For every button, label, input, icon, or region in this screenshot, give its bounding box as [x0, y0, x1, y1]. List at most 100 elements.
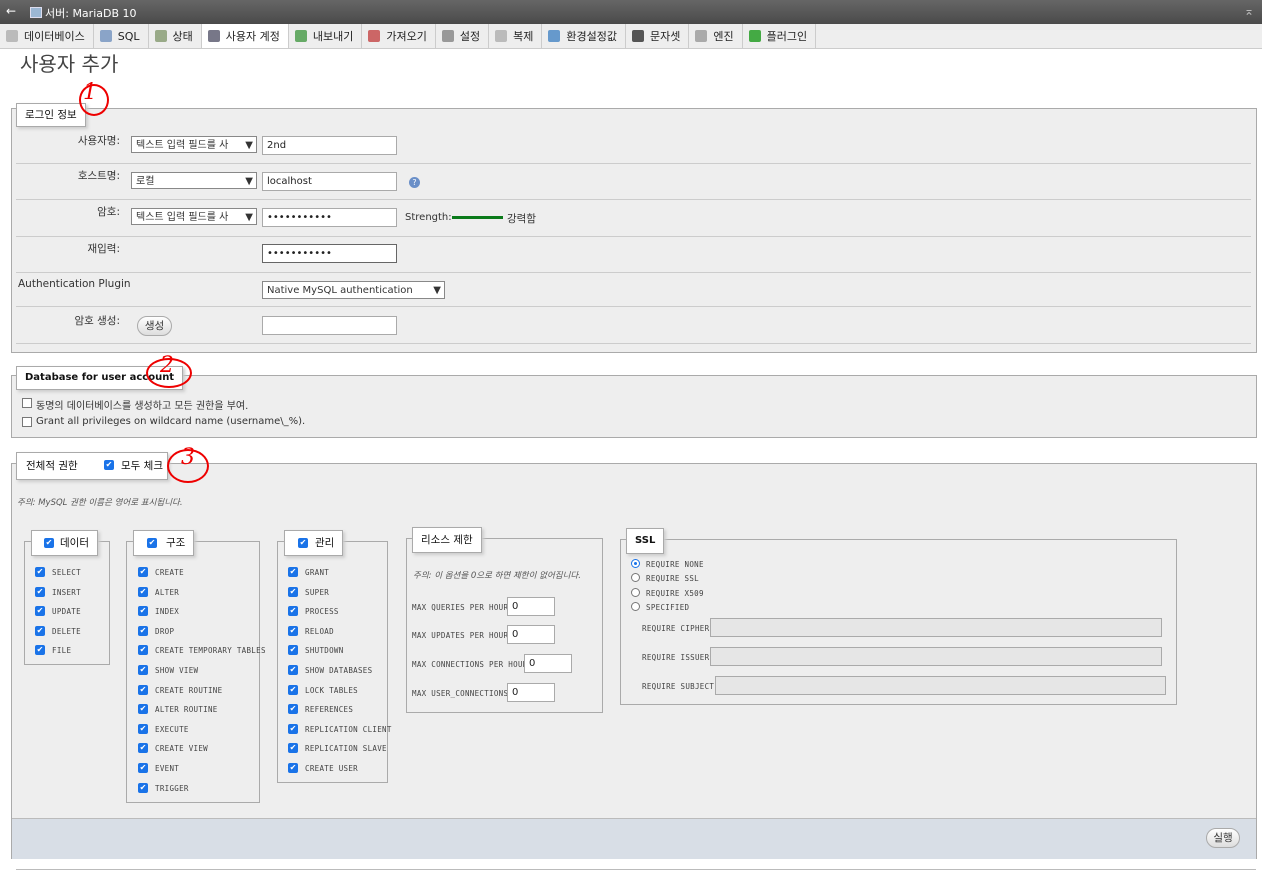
privilege-label: PROCESS	[305, 607, 339, 617]
resource-limit-input[interactable]: 0	[507, 683, 555, 702]
ssl-radio[interactable]	[631, 559, 640, 568]
generated-password-input[interactable]	[262, 316, 397, 335]
structure-group-checkbox[interactable]: ✔	[147, 538, 157, 548]
tab-status[interactable]: 상태	[149, 24, 202, 48]
tab-sql[interactable]: SQL	[94, 24, 149, 48]
privilege-checkbox[interactable]: ✔	[138, 665, 148, 675]
submit-button[interactable]: 실행	[1206, 828, 1240, 848]
resource-limits-group	[406, 538, 603, 713]
admin-group-legend: ✔ 관리	[284, 530, 344, 556]
privilege-checkbox[interactable]: ✔	[35, 586, 45, 597]
tab-label: 상태	[172, 29, 193, 43]
tab-charset[interactable]: 문자셋	[626, 24, 690, 48]
tab-export[interactable]: 내보내기	[289, 24, 363, 48]
password-input[interactable]: •••••••••••	[262, 208, 397, 227]
create-db-checkbox[interactable]	[22, 398, 32, 408]
auth-plugin-select[interactable]: Native MySQL authentication ▼	[262, 281, 445, 299]
wildcard-checkbox[interactable]	[22, 417, 32, 427]
generate-password-button[interactable]: 생성	[137, 316, 172, 336]
host-input[interactable]: localhost	[262, 172, 397, 191]
tab-users[interactable]: 사용자 계정	[201, 24, 289, 48]
annotation-circle-1	[79, 84, 109, 116]
privilege-checkbox[interactable]: ✔	[288, 567, 298, 577]
privilege-checkbox[interactable]: ✔	[288, 606, 298, 617]
privilege-checkbox[interactable]: ✔	[138, 723, 148, 734]
collapse-icon[interactable]: ⌅	[1244, 4, 1254, 18]
wrench-icon	[441, 30, 454, 42]
privilege-checkbox[interactable]: ✔	[288, 645, 298, 656]
status-icon	[154, 30, 167, 42]
tab-engine[interactable]: 엔진	[689, 24, 743, 48]
data-group-title: 데이터	[60, 537, 89, 549]
privilege-checkbox[interactable]: ✔	[138, 625, 148, 636]
tab-wrench[interactable]: 설정	[436, 24, 490, 48]
privilege-checkbox[interactable]: ✔	[35, 606, 45, 617]
server-breadcrumb[interactable]: 서버: MariaDB 10	[30, 5, 137, 21]
privilege-checkbox[interactable]: ✔	[288, 625, 298, 636]
privilege-checkbox[interactable]: ✔	[138, 743, 148, 754]
check-all-checkbox[interactable]: ✔	[104, 460, 114, 470]
username-type-select[interactable]: 텍스트 입력 필드를 사 ▼	[131, 136, 257, 153]
username-input[interactable]: 2nd	[262, 136, 397, 155]
privilege-checkbox[interactable]: ✔	[138, 704, 148, 715]
resource-limit-input[interactable]: 0	[507, 625, 555, 644]
privilege-checkbox[interactable]: ✔	[288, 723, 298, 734]
ssl-option-label: REQUIRE X509	[646, 588, 704, 598]
retype-password-input[interactable]: •••••••••••	[262, 244, 397, 263]
password-type-select[interactable]: 텍스트 입력 필드를 사 ▼	[131, 208, 257, 225]
ssl-field-input[interactable]	[710, 618, 1162, 637]
privilege-label: INSERT	[52, 587, 81, 597]
privilege-label: SUPER	[305, 587, 330, 597]
privilege-checkbox[interactable]: ✔	[138, 782, 148, 793]
privilege-checkbox[interactable]: ✔	[288, 743, 298, 754]
ssl-radio[interactable]	[631, 601, 640, 611]
privilege-label: SHOW DATABASES	[305, 666, 373, 675]
annotation-circle-3	[167, 449, 209, 483]
privilege-label: REFERENCES	[305, 705, 354, 715]
privilege-checkbox[interactable]: ✔	[138, 684, 148, 695]
chevron-down-icon: ▼	[245, 140, 253, 151]
privilege-checkbox[interactable]: ✔	[35, 567, 45, 577]
resource-limit-input[interactable]: 0	[524, 654, 572, 673]
privileges-note: 주의: MySQL 권한 이름은 영어로 표시됩니다.	[17, 498, 183, 508]
privilege-checkbox[interactable]: ✔	[138, 606, 148, 617]
ssl-legend: SSL	[626, 528, 665, 554]
tab-plugin[interactable]: 플러그인	[743, 24, 817, 48]
tab-import[interactable]: 가져오기	[362, 24, 436, 48]
host-type-select[interactable]: 로컬 ▼	[131, 172, 257, 189]
tab-variables[interactable]: 환경설정값	[542, 24, 626, 48]
back-arrow-icon[interactable]: ←	[6, 4, 16, 18]
privilege-checkbox[interactable]: ✔	[138, 567, 148, 577]
server-label: 서버: MariaDB 10	[45, 7, 137, 20]
ssl-field-input[interactable]	[710, 647, 1162, 666]
privilege-label: LOCK TABLES	[305, 685, 358, 695]
privilege-checkbox[interactable]: ✔	[288, 704, 298, 715]
host-label: 호스트명:	[77, 170, 120, 182]
tab-replication[interactable]: 복제	[489, 24, 543, 48]
divider	[16, 272, 1251, 273]
ssl-field-input[interactable]	[715, 676, 1166, 695]
resource-limit-label: MAX USER_CONNECTIONS	[412, 689, 509, 698]
divider	[16, 306, 1251, 307]
plugin-icon	[748, 30, 761, 42]
ssl-radio[interactable]	[631, 587, 640, 597]
strength-label: Strength:	[405, 212, 452, 223]
privilege-checkbox[interactable]: ✔	[288, 763, 298, 773]
resource-limit-input[interactable]: 0	[507, 597, 555, 616]
structure-group-title: 구조	[166, 537, 186, 549]
privilege-checkbox[interactable]: ✔	[138, 763, 148, 773]
import-icon	[368, 30, 381, 42]
admin-group-checkbox[interactable]: ✔	[298, 538, 308, 548]
privilege-checkbox[interactable]: ✔	[35, 625, 45, 636]
privilege-checkbox[interactable]: ✔	[138, 586, 148, 597]
tab-database[interactable]: 데이터베이스	[0, 24, 94, 48]
ssl-field-label: REQUIRE SUBJECT	[642, 682, 715, 691]
data-group-checkbox[interactable]: ✔	[44, 538, 54, 548]
privilege-checkbox[interactable]: ✔	[35, 645, 45, 656]
tab-label: 내보내기	[312, 29, 354, 43]
privilege-checkbox[interactable]: ✔	[288, 665, 298, 675]
privilege-checkbox[interactable]: ✔	[138, 645, 148, 656]
help-icon[interactable]: ?	[409, 177, 420, 188]
privilege-checkbox[interactable]: ✔	[288, 684, 298, 695]
privilege-checkbox[interactable]: ✔	[288, 586, 298, 597]
